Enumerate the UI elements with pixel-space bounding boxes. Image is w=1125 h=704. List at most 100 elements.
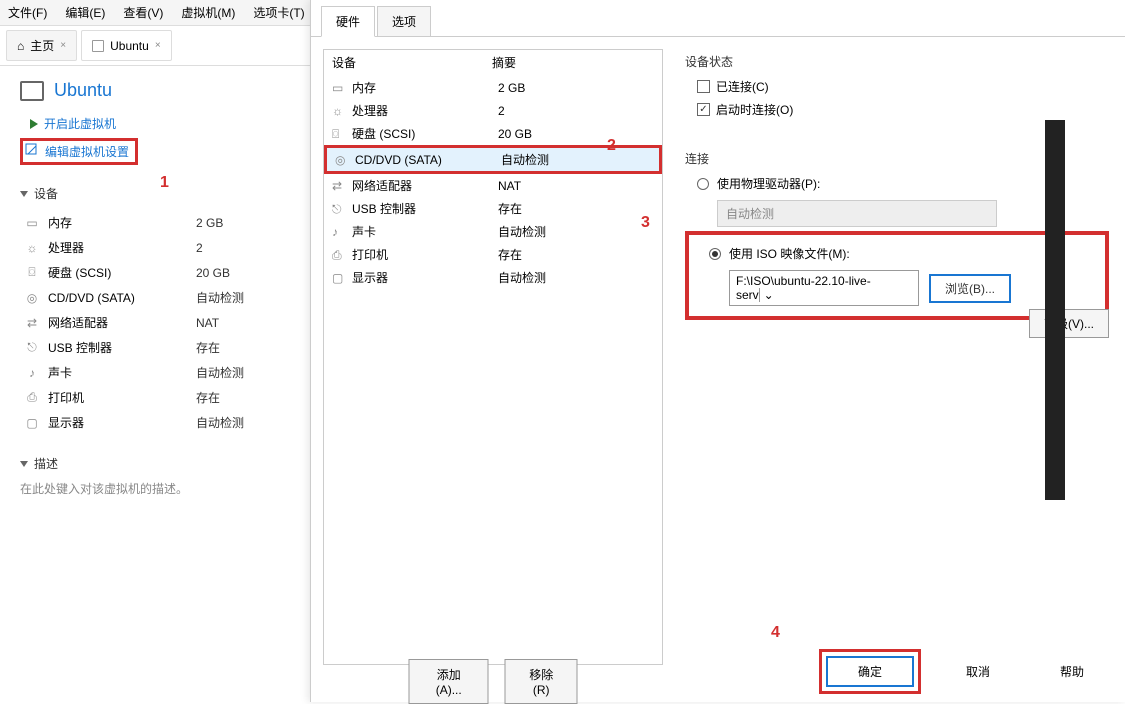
start-vm-label: 开启此虚拟机 [44,115,116,132]
memory-icon: ▭ [332,81,346,95]
add-button[interactable]: 添加(A)... [409,659,489,704]
hw-row-display[interactable]: ▢显示器自动检测 [324,266,662,289]
description-section-header[interactable]: 描述 [20,455,290,472]
hw-row-cpu[interactable]: ☼处理器2 [324,99,662,122]
tab-ubuntu[interactable]: Ubuntu × [81,30,172,61]
col-device: 设备 [332,54,492,71]
tab-label: 主页 [30,37,54,54]
vm-panel: Ubuntu 开启此虚拟机 编辑虚拟机设置 1 设备 ▭内存2 GB ☼处理器2… [0,70,310,507]
doc-icon [92,40,104,52]
hw-header: 设备 摘要 [324,50,662,76]
sound-icon: ♪ [332,225,346,239]
hw-row-sound[interactable]: ♪声卡自动检测 [324,220,662,243]
vm-settings-dialog: 硬件 选项 设备 摘要 ▭内存2 GB ☼处理器2 ⌼硬盘 (SCSI)20 G… [310,0,1125,702]
edit-vm-highlight: 编辑虚拟机设置 [20,138,138,165]
connected-label: 已连接(C) [716,78,769,95]
tab-options[interactable]: 选项 [377,6,431,36]
dropdown-icon[interactable]: ⌄ [759,288,778,302]
disc-icon: ◎ [335,153,349,167]
edit-vm-label: 编辑虚拟机设置 [45,143,129,160]
devices-section-header[interactable]: 设备 [20,185,290,202]
dialog-footer: 确定 取消 帮助 [819,649,1109,694]
cpu-icon: ☼ [332,104,346,118]
hw-row-usb[interactable]: ⎋USB 控制器存在 [324,197,662,220]
connected-checkbox-row[interactable]: 已连接(C) [685,78,1109,95]
hw-row-network[interactable]: ⇄网络适配器NAT [324,174,662,197]
printer-icon: ⎙ [332,248,346,262]
disc-icon: ◎ [24,292,40,304]
radio-unchecked[interactable] [697,178,709,190]
menu-edit[interactable]: 编辑(E) [65,4,105,21]
remove-button[interactable]: 移除(R) [505,659,578,704]
device-row-cddvd[interactable]: ◎CD/DVD (SATA)自动检测 [24,285,290,310]
checkbox-checked[interactable]: ✓ [697,103,710,116]
help-button[interactable]: 帮助 [1035,657,1109,686]
device-row-sound[interactable]: ♪声卡自动检测 [24,360,290,385]
folder-icon [20,81,44,101]
menu-tabs[interactable]: 选项卡(T) [253,4,304,21]
device-list: ▭内存2 GB ☼处理器2 ⌼硬盘 (SCSI)20 GB ◎CD/DVD (S… [20,210,290,435]
connect-at-start-label: 启动时连接(O) [716,101,793,118]
cancel-button[interactable]: 取消 [941,657,1015,686]
chevron-down-icon [20,461,28,467]
chevron-down-icon [20,191,28,197]
device-row-usb[interactable]: ⎋USB 控制器存在 [24,335,290,360]
device-row-cpu[interactable]: ☼处理器2 [24,235,290,260]
device-row-display[interactable]: ▢显示器自动检测 [24,410,290,435]
display-icon: ▢ [24,417,40,429]
edit-icon [25,143,39,160]
device-row-printer[interactable]: ⎙打印机存在 [24,385,290,410]
display-icon: ▢ [332,271,346,285]
network-icon: ⇄ [24,317,40,329]
use-iso-radio-row[interactable]: 使用 ISO 映像文件(M): [697,245,1097,262]
start-vm-link[interactable]: 开启此虚拟机 [20,115,290,132]
play-icon [30,119,38,129]
connect-at-start-checkbox-row[interactable]: ✓ 启动时连接(O) [685,101,1109,118]
printer-icon: ⎙ [24,392,40,404]
hw-row-printer[interactable]: ⎙打印机存在 [324,243,662,266]
cpu-icon: ☼ [24,242,40,254]
tab-label: Ubuntu [110,39,149,53]
menu-vm[interactable]: 虚拟机(M) [181,4,235,21]
desc-header-label: 描述 [34,455,58,472]
background-dark-strip [1045,120,1065,500]
vm-title: Ubuntu [54,80,112,101]
browse-button[interactable]: 浏览(B)... [929,274,1011,303]
memory-icon: ▭ [24,217,40,229]
device-status-label: 设备状态 [685,53,1109,70]
tab-hardware[interactable]: 硬件 [321,6,375,37]
checkbox-unchecked[interactable] [697,80,710,93]
annotation-4: 4 [771,624,780,642]
description-placeholder[interactable]: 在此处键入对该虚拟机的描述。 [20,480,290,497]
physical-drive-select: 自动检测 [717,200,997,227]
col-summary: 摘要 [492,54,654,71]
iso-path-input[interactable]: F:\ISO\ubuntu-22.10-live-serv⌄ [729,270,919,306]
annotation-2: 2 [607,137,616,155]
dialog-tabs: 硬件 选项 [311,0,1125,37]
advanced-button[interactable]: 高级(V)... [1029,309,1109,338]
device-row-disk[interactable]: ⌼硬盘 (SCSI)20 GB [24,260,290,285]
disk-icon: ⌼ [332,127,346,141]
annotation-3: 3 [641,214,650,232]
disk-icon: ⌼ [24,267,40,279]
radio-checked[interactable] [709,248,721,260]
annotation-1: 1 [160,174,169,192]
usb-icon: ⎋ [24,342,40,354]
use-physical-label: 使用物理驱动器(P): [717,175,820,192]
device-row-network[interactable]: ⇄网络适配器NAT [24,310,290,335]
ok-button[interactable]: 确定 [826,656,914,687]
network-icon: ⇄ [332,179,346,193]
usb-icon: ⎋ [332,202,346,216]
sound-icon: ♪ [24,367,40,379]
hw-row-memory[interactable]: ▭内存2 GB [324,76,662,99]
tab-home[interactable]: ⌂ 主页 × [6,30,77,61]
edit-vm-settings-link[interactable]: 编辑虚拟机设置 [25,143,129,160]
ok-highlight: 确定 [819,649,921,694]
menu-view[interactable]: 查看(V) [123,4,163,21]
close-icon[interactable]: × [60,40,66,51]
home-icon: ⌂ [17,39,24,53]
device-row-memory[interactable]: ▭内存2 GB [24,210,290,235]
menu-file[interactable]: 文件(F) [8,4,47,21]
devices-header-label: 设备 [34,185,58,202]
close-icon[interactable]: × [155,40,161,51]
